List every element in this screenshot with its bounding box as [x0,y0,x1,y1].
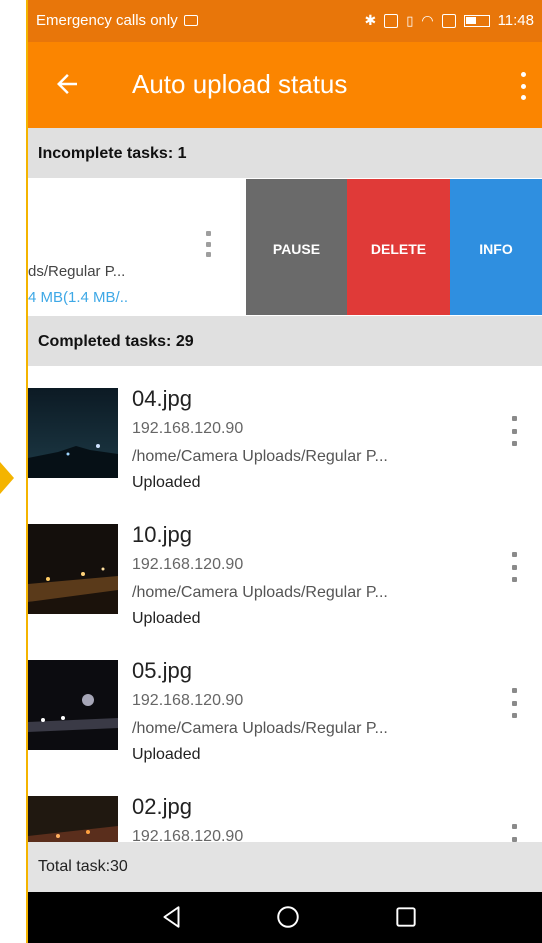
file-name: 10.jpg [132,522,192,547]
info-label: INFO [479,241,513,257]
completed-task-list[interactable]: 04.jpg 192.168.120.90 /home/Camera Uploa… [28,366,542,842]
file-name: 05.jpg [132,658,192,683]
completed-tasks-header: Completed tasks: 29 [28,316,542,366]
status-bar: Emergency calls only ✱ ▯ ◠ 11:48 [28,0,542,42]
file-path: /home/Camera Uploads/Regular P... [132,448,388,465]
nav-back-icon[interactable] [158,904,186,930]
vibrate-icon: ▯ [406,12,414,28]
highlight-arrow-icon [0,462,14,494]
battery-icon [463,14,490,27]
list-item[interactable]: 04.jpg 192.168.120.90 /home/Camera Uploa… [28,366,542,502]
incomplete-task-row[interactable]: ds/Regular P... 4 MB(1.4 MB/.. PAUSE DEL… [28,179,542,315]
app-bar: Auto upload status [28,42,542,128]
page-title: Auto upload status [132,69,348,99]
carrier-text: Emergency calls only [36,12,178,29]
file-name: 04.jpg [132,386,192,411]
screenshot-icon [183,15,198,26]
task-menu-icon[interactable] [204,231,212,257]
list-item[interactable]: 10.jpg 192.168.120.90 /home/Camera Uploa… [28,502,542,638]
server-ip: 192.168.120.90 [132,828,244,842]
system-nav-bar [28,892,542,943]
sim-icon [441,13,456,28]
list-item[interactable]: 05.jpg 192.168.120.90 /home/Camera Uploa… [28,638,542,774]
incomplete-task-content[interactable]: ds/Regular P... 4 MB(1.4 MB/.. [28,179,246,315]
delete-button[interactable]: DELETE [347,179,450,315]
photo-thumbnail [28,524,118,614]
photo-thumbnail [28,660,118,750]
task-path: ds/Regular P... [28,263,126,280]
total-task-bar: Total task:30 [28,842,542,892]
item-menu-icon[interactable] [510,552,518,582]
server-ip: 192.168.120.90 [132,420,244,437]
task-progress: 4 MB(1.4 MB/.. [28,289,129,306]
photo-thumbnail [28,796,118,842]
list-item[interactable]: 02.jpg 192.168.120.90 [28,774,542,842]
upload-status: Uploaded [132,474,201,491]
nav-home-icon[interactable] [274,904,302,930]
total-task-label: Total task:30 [38,858,128,875]
file-path: /home/Camera Uploads/Regular P... [132,720,388,737]
arrow-back-icon[interactable] [52,69,82,99]
server-ip: 192.168.120.90 [132,556,244,573]
more-vert-icon[interactable] [518,72,528,100]
photo-thumbnail [28,388,118,478]
nfc-icon [384,13,399,28]
info-button[interactable]: INFO [450,179,542,315]
incomplete-tasks-header: Incomplete tasks: 1 [28,128,542,178]
item-menu-icon[interactable] [510,824,518,842]
clock: 11:48 [497,12,534,29]
completed-tasks-label: Completed tasks: 29 [38,333,194,350]
item-menu-icon[interactable] [510,688,518,718]
file-path: /home/Camera Uploads/Regular P... [132,584,388,601]
server-ip: 192.168.120.90 [132,692,244,709]
item-menu-icon[interactable] [510,416,518,446]
incomplete-tasks-label: Incomplete tasks: 1 [38,145,187,162]
delete-label: DELETE [370,241,427,257]
nav-recents-icon[interactable] [392,904,420,930]
phone-screen: Emergency calls only ✱ ▯ ◠ 11:48 Auto up… [28,0,542,943]
pause-button[interactable]: PAUSE [246,179,347,315]
bluetooth-icon: ✱ [364,12,377,28]
upload-status: Uploaded [132,610,201,627]
file-name: 02.jpg [132,794,192,819]
pause-label: PAUSE [272,241,321,257]
upload-status: Uploaded [132,746,201,763]
wifi-icon: ◠ [421,12,434,28]
